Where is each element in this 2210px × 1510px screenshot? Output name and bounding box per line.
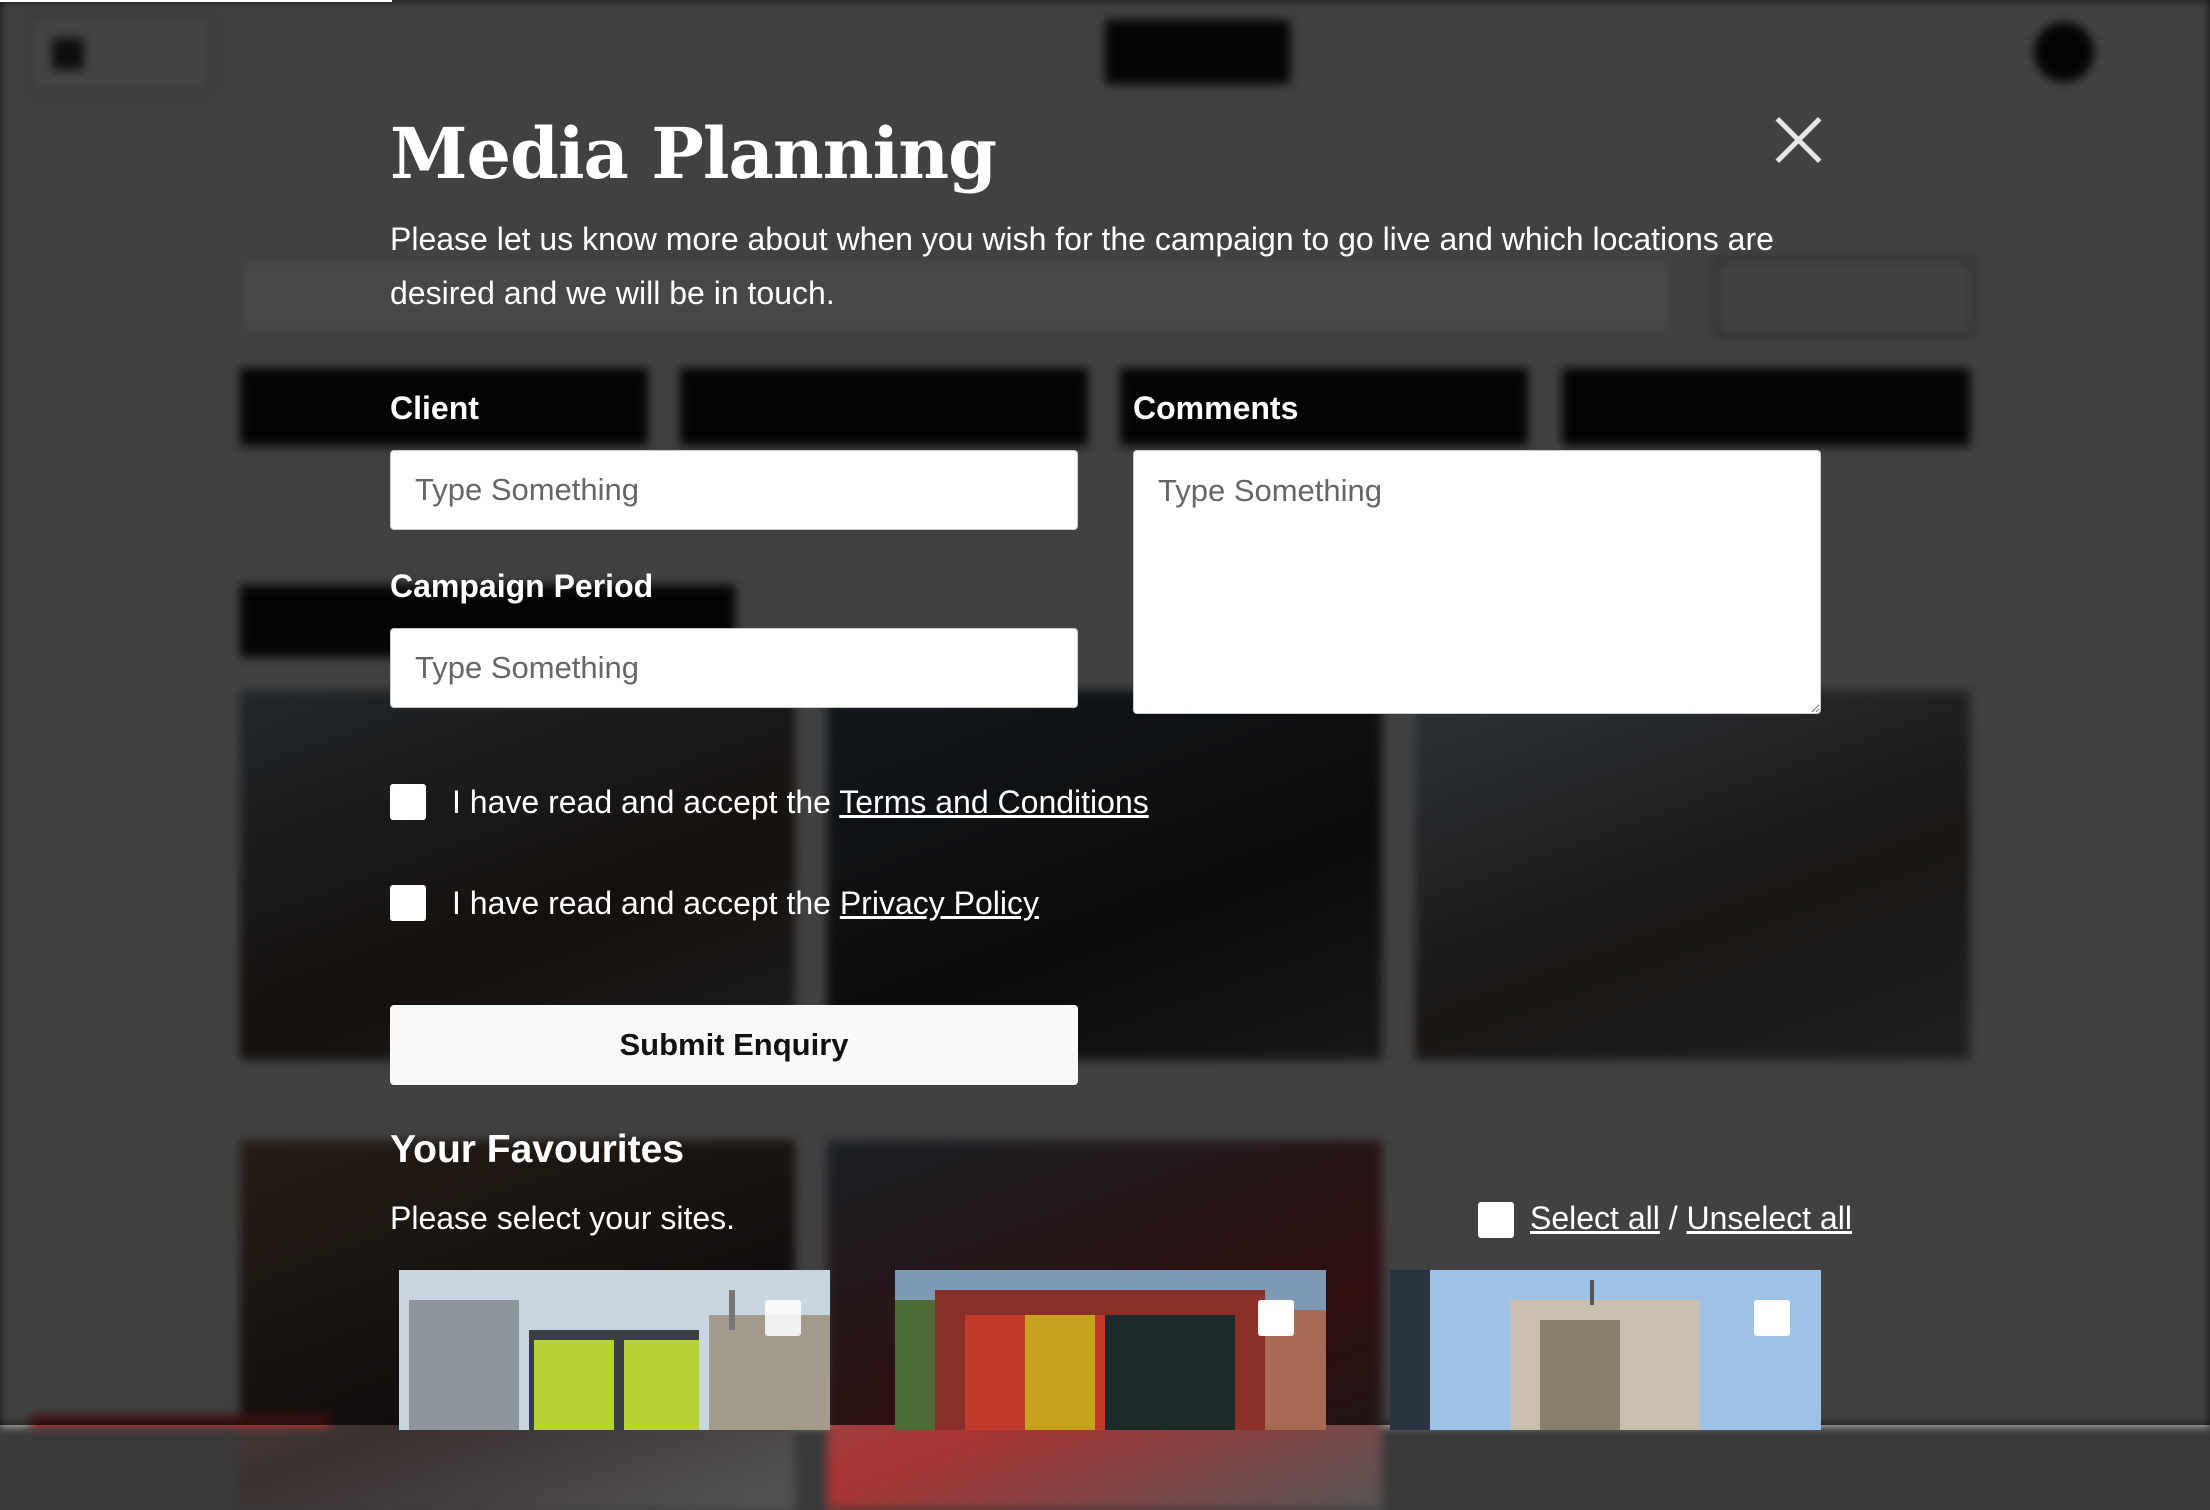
client-label: Client: [390, 390, 479, 426]
terms-prefix: I have read and accept the: [452, 784, 840, 820]
site-checkbox[interactable]: [1754, 1300, 1790, 1336]
terms-text: I have read and accept the Terms and Con…: [452, 784, 1149, 821]
site-photo: [399, 1270, 830, 1430]
modal-title: Media Planning: [390, 112, 997, 195]
site-photo: [1390, 1270, 1821, 1430]
campaign-period-input[interactable]: [390, 628, 1078, 708]
favourite-site-card[interactable]: [399, 1270, 830, 1430]
favourite-site-card[interactable]: [895, 1270, 1326, 1430]
favourite-site-card[interactable]: [1390, 1270, 1821, 1430]
privacy-prefix: I have read and accept the: [452, 885, 840, 921]
site-photo: [895, 1270, 1326, 1430]
progress-bar: [0, 0, 392, 2]
select-separator: /: [1659, 1200, 1687, 1236]
campaign-period-label: Campaign Period: [390, 568, 654, 604]
privacy-text: I have read and accept the Privacy Polic…: [452, 885, 1039, 922]
privacy-link[interactable]: Privacy Policy: [840, 885, 1039, 921]
favourites-title: Your Favourites: [390, 1128, 685, 1171]
privacy-checkbox[interactable]: [390, 885, 426, 921]
client-input[interactable]: [390, 450, 1078, 530]
site-checkbox[interactable]: [1258, 1300, 1294, 1336]
terms-checkbox[interactable]: [390, 784, 426, 820]
unselect-all-link[interactable]: Unselect all: [1687, 1200, 1852, 1236]
select-all-link[interactable]: Select all: [1530, 1200, 1660, 1236]
close-icon[interactable]: [1770, 112, 1826, 168]
select-all-checkbox[interactable]: [1478, 1202, 1514, 1238]
favourites-subtitle: Please select your sites.: [390, 1200, 736, 1236]
site-checkbox[interactable]: [765, 1300, 801, 1336]
submit-enquiry-button[interactable]: Submit Enquiry: [390, 1005, 1078, 1085]
terms-link[interactable]: Terms and Conditions: [839, 784, 1148, 820]
comments-label: Comments: [1133, 390, 1299, 426]
modal-description: Please let us know more about when you w…: [390, 221, 1774, 311]
comments-textarea[interactable]: [1133, 450, 1821, 714]
select-controls: Select all / Unselect all: [1530, 1200, 1852, 1237]
